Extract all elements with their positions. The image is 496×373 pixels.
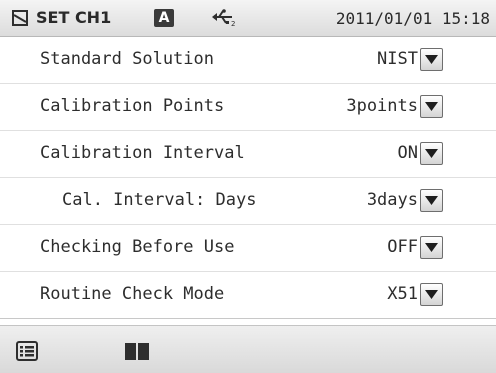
svg-text:2: 2 — [231, 20, 235, 27]
setting-row-cal-interval-days[interactable]: Cal. Interval: Days 3days — [0, 178, 496, 225]
setting-value: 3points — [346, 96, 418, 116]
dropdown-button[interactable] — [420, 95, 443, 118]
triangle-down-icon — [425, 243, 438, 252]
setting-row-calibration-interval[interactable]: Calibration Interval ON — [0, 131, 496, 178]
dropdown-button[interactable] — [420, 142, 443, 165]
setting-value: OFF — [387, 237, 418, 257]
setting-row-calibration-points[interactable]: Calibration Points 3points — [0, 84, 496, 131]
triangle-down-icon — [425, 55, 438, 64]
setting-row-routine-check-mode[interactable]: Routine Check Mode X51 — [0, 272, 496, 319]
setting-label: Calibration Interval — [40, 143, 245, 163]
setting-label: Calibration Points — [40, 96, 225, 116]
triangle-down-icon — [425, 196, 438, 205]
dropdown-button[interactable] — [420, 189, 443, 212]
settings-list: Standard Solution NIST Calibration Point… — [0, 37, 496, 319]
book-icon[interactable] — [124, 341, 150, 361]
setting-value: 3days — [366, 190, 418, 210]
setting-label: Standard Solution — [40, 49, 214, 69]
setting-label: Cal. Interval: Days — [62, 190, 257, 210]
setting-value: X51 — [387, 284, 418, 304]
setting-label: Checking Before Use — [40, 237, 235, 257]
setting-label: Routine Check Mode — [40, 284, 225, 304]
setting-value: NIST — [377, 49, 418, 69]
setting-value: ON — [397, 143, 418, 163]
list-icon[interactable] — [16, 341, 38, 361]
setting-row-checking-before-use[interactable]: Checking Before Use OFF — [0, 225, 496, 272]
dropdown-button[interactable] — [420, 283, 443, 306]
triangle-down-icon — [425, 149, 438, 158]
usb-icon: 2 — [212, 9, 235, 27]
triangle-down-icon — [425, 290, 438, 299]
dropdown-button[interactable] — [420, 236, 443, 259]
triangle-down-icon — [425, 102, 438, 111]
datetime-display: 2011/01/01 15:18 — [335, 9, 490, 28]
header-bar: SET CH1 A 2 2011/01/01 15:18 — [0, 0, 496, 37]
settings-box-icon — [12, 10, 28, 26]
setting-row-standard-solution[interactable]: Standard Solution NIST — [0, 37, 496, 84]
screen: SET CH1 A 2 2011/01/01 15:18 Standard So… — [0, 0, 496, 373]
dropdown-button[interactable] — [420, 48, 443, 71]
footer-bar — [0, 325, 496, 373]
page-title: SET CH1 — [36, 8, 112, 27]
mode-badge: A — [154, 9, 174, 27]
